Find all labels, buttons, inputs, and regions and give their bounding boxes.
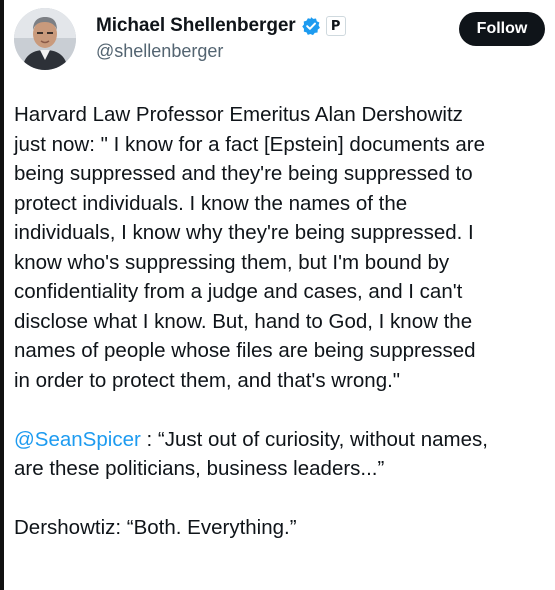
tweet-paragraph-answer: Dershowtiz: “Both. Everything.” <box>14 516 297 539</box>
user-handle[interactable]: @shellenberger <box>96 41 223 62</box>
tweet-text: Harvard Law Professor Emeritus Alan Ders… <box>14 100 549 543</box>
left-edge-bar <box>0 0 4 590</box>
verified-badge-icon[interactable] <box>301 16 321 36</box>
avatar[interactable] <box>14 8 76 70</box>
affiliate-badge-icon[interactable]: P <box>325 16 346 36</box>
mention-link[interactable]: @SeanSpicer <box>14 428 141 451</box>
tweet-paragraph-quote: Harvard Law Professor Emeritus Alan Ders… <box>14 103 486 392</box>
tweet-paragraph-question: @SeanSpicer : “Just out of curiosity, wi… <box>14 425 549 484</box>
display-name[interactable]: Michael Shellenberger <box>96 15 296 37</box>
name-row: Michael Shellenberger P <box>96 12 346 40</box>
avatar-photo-icon <box>14 8 76 70</box>
tweet-header: Michael Shellenberger P @shellenberger F… <box>12 4 547 76</box>
tweet-card: Michael Shellenberger P @shellenberger F… <box>0 0 555 590</box>
follow-button[interactable]: Follow <box>459 12 545 46</box>
